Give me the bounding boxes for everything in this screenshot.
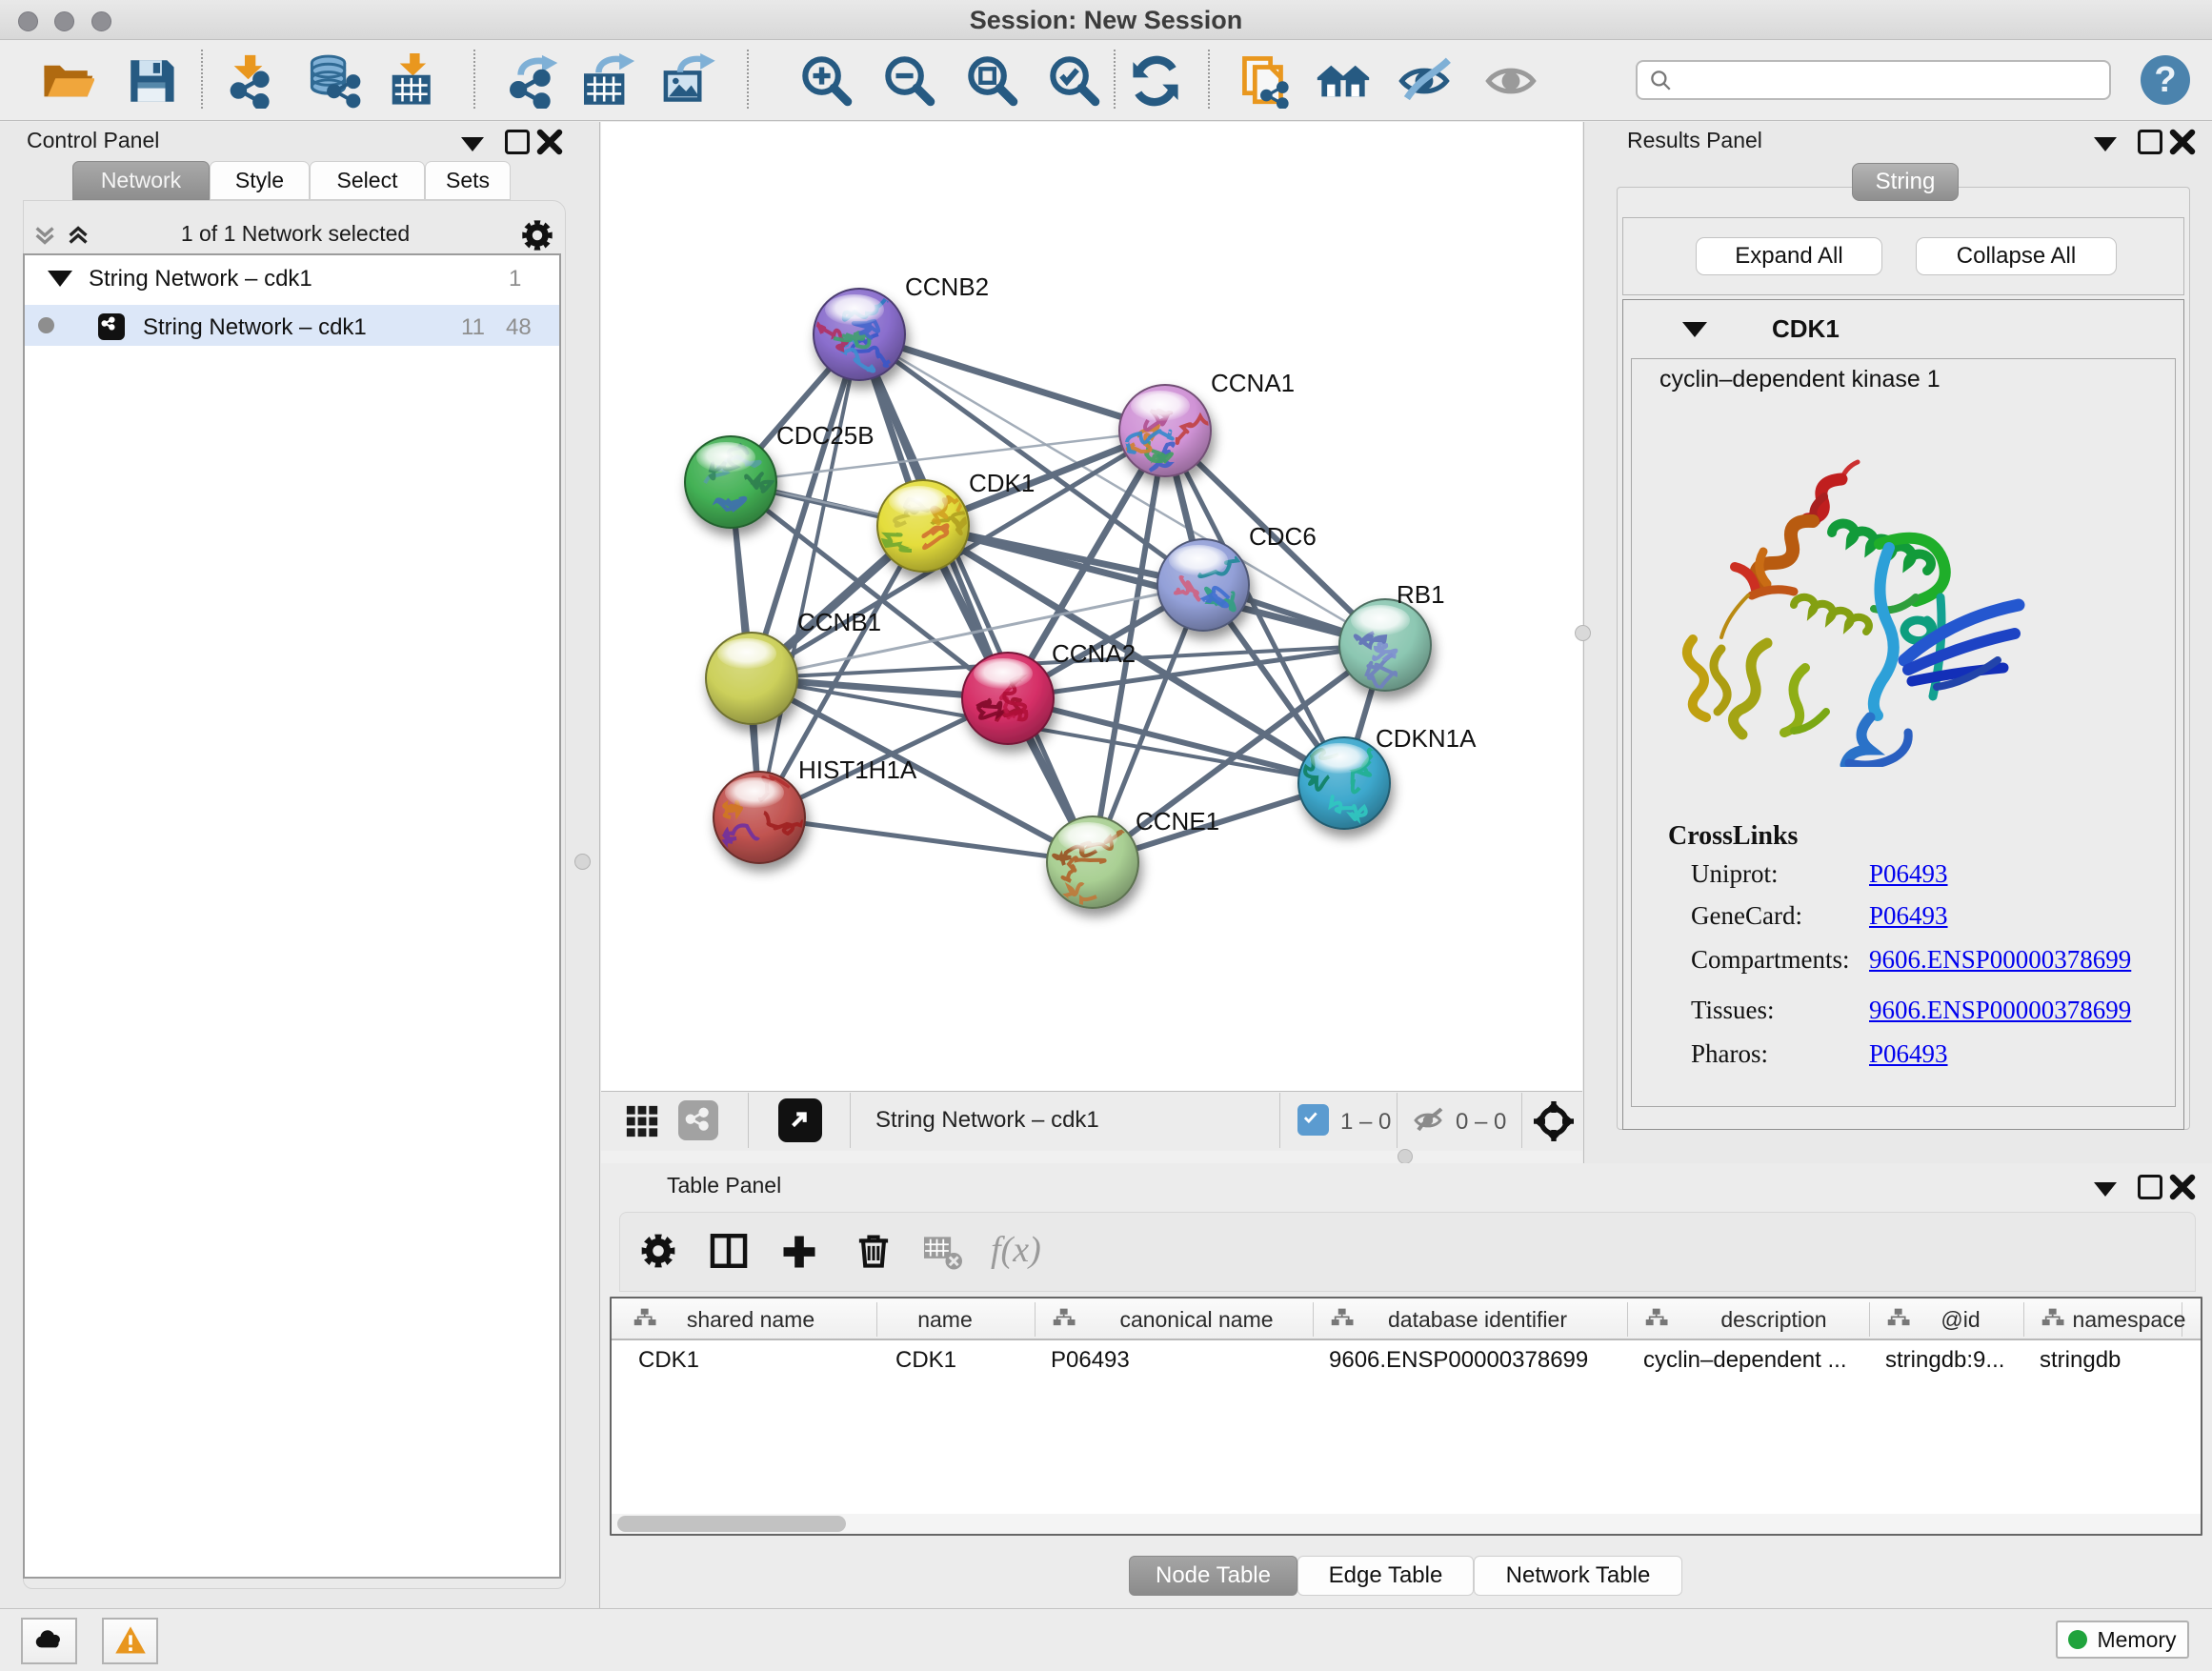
svg-text:CDC25B: CDC25B	[776, 421, 875, 450]
svg-text:RB1: RB1	[1397, 580, 1445, 609]
svg-text:CCNE1: CCNE1	[1136, 807, 1219, 836]
svg-text:CCNB1: CCNB1	[797, 608, 881, 636]
svg-text:CCNB2: CCNB2	[905, 272, 989, 301]
svg-text:CDC6: CDC6	[1249, 522, 1317, 551]
svg-text:HIST1H1A: HIST1H1A	[798, 755, 917, 784]
svg-text:CCNA2: CCNA2	[1052, 639, 1136, 668]
svg-text:CDKN1A: CDKN1A	[1376, 724, 1477, 753]
svg-text:CCNA1: CCNA1	[1211, 369, 1295, 397]
svg-text:CDK1: CDK1	[969, 469, 1035, 497]
